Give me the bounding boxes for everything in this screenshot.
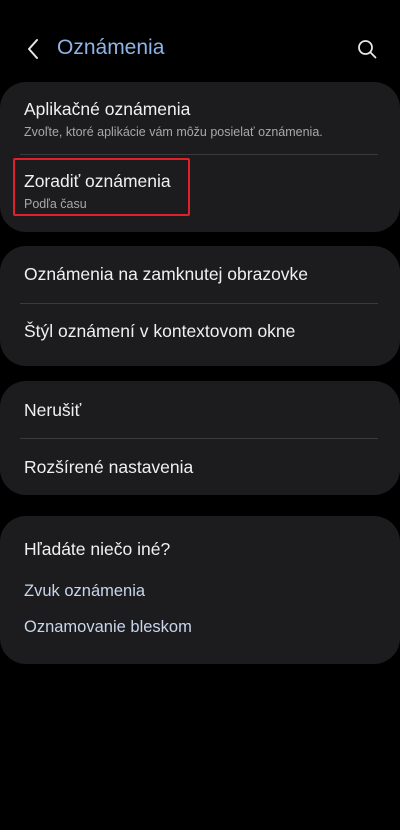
suggestion-link-flash-notification[interactable]: Oznamovanie bleskom <box>24 618 378 637</box>
page-title: Oznámenia <box>57 36 165 59</box>
suggestions-card: Hľadáte niečo iné? Zvuk oznámenia Oznamo… <box>0 516 400 664</box>
search-icon <box>358 40 377 59</box>
back-button[interactable] <box>18 34 48 64</box>
popup-style-title: Štýl oznámení v kontextovom okne <box>24 321 296 341</box>
lock-screen-notifications-item[interactable]: Oznámenia na zamknutej obrazovke <box>24 264 378 285</box>
do-not-disturb-item[interactable]: Nerušiť <box>24 400 378 421</box>
search-button[interactable] <box>352 34 382 64</box>
highlight-box <box>13 158 190 216</box>
advanced-settings-title: Rozšírené nastavenia <box>24 457 194 477</box>
app-notifications-subtitle: Zvoľte, ktoré aplikácie vám môžu posiela… <box>24 125 323 139</box>
suggestions-heading-row: Hľadáte niečo iné? <box>24 539 378 560</box>
suggestion-link-label: Oznamovanie bleskom <box>24 618 192 636</box>
divider <box>20 303 378 304</box>
divider <box>20 438 378 439</box>
settings-group-3: Nerušiť Rozšírené nastavenia <box>0 381 400 495</box>
lock-screen-notifications-title: Oznámenia na zamknutej obrazovke <box>24 264 309 284</box>
suggestion-link-notification-sound[interactable]: Zvuk oznámenia <box>24 582 378 601</box>
do-not-disturb-title: Nerušiť <box>24 400 82 420</box>
app-notifications-item[interactable]: Aplikačné oznámenia Zvoľte, ktoré apliká… <box>24 99 378 139</box>
chevron-left-icon <box>28 39 38 59</box>
popup-style-item[interactable]: Štýl oznámení v kontextovom okne <box>24 321 378 342</box>
app-notifications-title: Aplikačné oznámenia <box>24 99 191 119</box>
advanced-settings-item[interactable]: Rozšírené nastavenia <box>24 457 378 478</box>
suggestions-heading: Hľadáte niečo iné? <box>24 539 171 559</box>
divider <box>20 154 378 155</box>
settings-group-2: Oznámenia na zamknutej obrazovke Štýl oz… <box>0 246 400 366</box>
suggestion-link-label: Zvuk oznámenia <box>24 582 146 600</box>
